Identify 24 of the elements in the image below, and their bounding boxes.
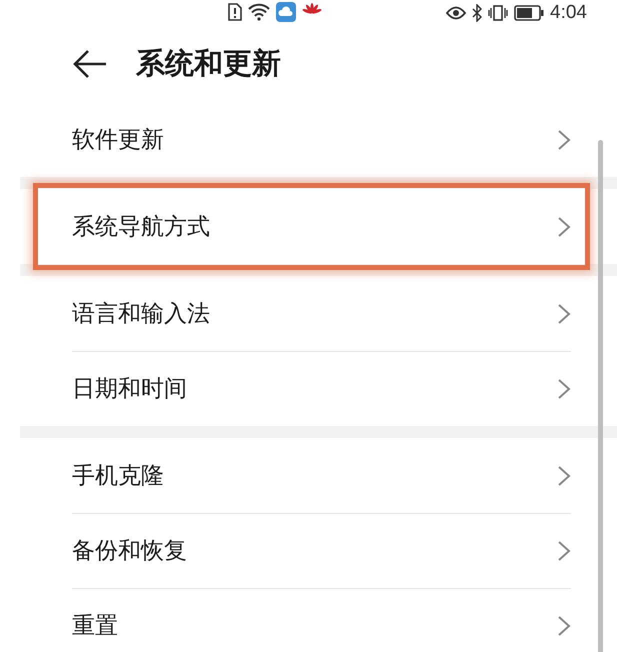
page-title: 系统和更新 — [136, 45, 281, 82]
settings-item[interactable]: 语言和输入法 — [0, 276, 617, 351]
settings-item[interactable]: 手机克隆 — [0, 438, 617, 513]
wifi-icon — [248, 3, 270, 21]
settings-item[interactable]: 软件更新 — [0, 102, 617, 177]
chevron-icon — [557, 464, 571, 486]
vibrate-icon — [488, 4, 508, 22]
back-arrow-icon[interactable] — [72, 49, 108, 79]
settings-item[interactable]: 备份和恢复 — [0, 513, 617, 588]
status-time: 4:04 — [550, 2, 587, 24]
chevron-icon — [557, 378, 571, 400]
chevron-icon — [557, 302, 571, 324]
settings-item[interactable]: 日期和时间 — [0, 351, 617, 426]
chevron-icon — [557, 540, 571, 562]
chevron-icon — [557, 128, 571, 150]
chevron-icon — [557, 216, 571, 238]
sim-alert-icon — [228, 3, 242, 21]
eye-icon — [446, 6, 466, 20]
chevron-icon — [557, 614, 571, 636]
settings-item[interactable]: 系统导航方式 — [0, 189, 617, 264]
cloud-app-icon[interactable] — [276, 2, 296, 22]
battery-icon — [514, 5, 544, 21]
settings-item[interactable]: 重置 — [0, 588, 617, 652]
bluetooth-icon — [472, 4, 482, 22]
